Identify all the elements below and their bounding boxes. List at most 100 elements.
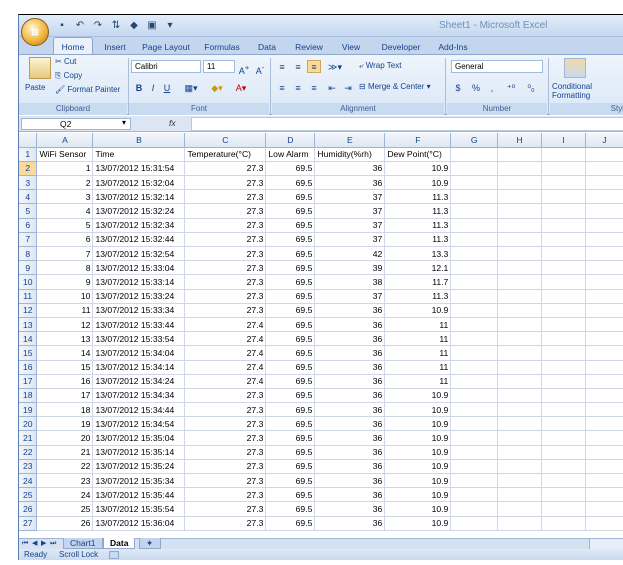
- cell[interactable]: [497, 473, 543, 489]
- formula-input[interactable]: [191, 117, 623, 131]
- sort-icon[interactable]: ⇅: [109, 19, 123, 33]
- cell[interactable]: Humidity(%rh): [314, 147, 386, 162]
- cell[interactable]: 69.5: [265, 189, 316, 205]
- cell[interactable]: [541, 473, 586, 489]
- cell[interactable]: 11.7: [384, 274, 452, 290]
- row-header[interactable]: 16: [19, 360, 38, 375]
- cell[interactable]: 11.3: [384, 289, 452, 304]
- cell[interactable]: [541, 402, 586, 418]
- tab-view[interactable]: View: [337, 39, 365, 55]
- cell[interactable]: [585, 516, 623, 531]
- cell[interactable]: 69.5: [265, 459, 316, 475]
- tab-developer[interactable]: Developer: [377, 39, 425, 55]
- format-painter-button[interactable]: 🖌︎ Format Painter: [55, 85, 120, 94]
- cell[interactable]: 36: [314, 345, 386, 361]
- cell[interactable]: 69.5: [265, 345, 316, 361]
- cell[interactable]: [497, 218, 543, 233]
- row-header[interactable]: 19: [19, 402, 38, 418]
- cell[interactable]: 10.9: [384, 402, 452, 418]
- cell[interactable]: 69.5: [265, 430, 316, 446]
- cell[interactable]: [541, 317, 586, 333]
- row-header[interactable]: 3: [19, 175, 38, 191]
- cell[interactable]: [450, 303, 499, 318]
- cell[interactable]: 27.4: [184, 317, 267, 333]
- cell[interactable]: [450, 459, 499, 475]
- cell[interactable]: [541, 374, 586, 389]
- office-button[interactable]: ⊞: [21, 18, 49, 46]
- column-header[interactable]: E: [314, 133, 386, 148]
- cell[interactable]: [497, 360, 543, 375]
- cell[interactable]: [541, 430, 586, 446]
- cell[interactable]: [450, 203, 499, 219]
- cell[interactable]: 27.3: [184, 246, 267, 262]
- cell[interactable]: [497, 345, 543, 361]
- cell[interactable]: 69.5: [265, 175, 316, 191]
- cell[interactable]: 27.3: [184, 303, 267, 318]
- first-sheet-icon[interactable]: ⏮: [22, 539, 28, 549]
- cell[interactable]: [585, 430, 623, 446]
- cell[interactable]: 11.3: [384, 189, 452, 205]
- cell[interactable]: [497, 317, 543, 333]
- cell[interactable]: [497, 501, 543, 517]
- cell[interactable]: 27.3: [184, 175, 267, 191]
- sheet-tab-data[interactable]: Data: [103, 538, 136, 549]
- conditional-formatting-icon[interactable]: [564, 58, 586, 78]
- cell[interactable]: 10.9: [384, 473, 452, 489]
- cell[interactable]: 2: [36, 175, 94, 191]
- cell[interactable]: 13/07/2012 15:34:14: [92, 360, 186, 375]
- cell[interactable]: [450, 501, 499, 517]
- cell[interactable]: [541, 331, 586, 347]
- redo-icon[interactable]: ↷: [91, 19, 105, 33]
- column-header[interactable]: C: [184, 133, 267, 148]
- cell[interactable]: 13/07/2012 15:32:34: [92, 218, 186, 233]
- cell[interactable]: 10.9: [384, 161, 452, 177]
- cell[interactable]: 10.9: [384, 501, 452, 517]
- row-header[interactable]: 25: [19, 487, 38, 503]
- cell[interactable]: [541, 189, 586, 205]
- column-header[interactable]: A: [36, 133, 94, 148]
- worksheet-grid[interactable]: A B C D E F G H I J 1 WiFi Sensor Time Temp…: [19, 133, 623, 538]
- sheet-tab-chart1[interactable]: Chart1: [63, 538, 103, 549]
- cell[interactable]: Dew Point(°C): [384, 147, 452, 162]
- cell[interactable]: [585, 232, 623, 248]
- cell[interactable]: 3: [36, 189, 94, 205]
- cell[interactable]: 12: [36, 317, 94, 333]
- cell[interactable]: 36: [314, 473, 386, 489]
- row-header[interactable]: 24: [19, 473, 38, 489]
- cell[interactable]: [585, 303, 623, 318]
- cell[interactable]: 13/07/2012 15:33:24: [92, 289, 186, 304]
- cell[interactable]: 36: [314, 317, 386, 333]
- cell[interactable]: [585, 487, 623, 503]
- column-header[interactable]: G: [450, 133, 499, 148]
- cell[interactable]: [541, 388, 586, 404]
- cell[interactable]: [541, 303, 586, 318]
- cell[interactable]: [497, 487, 543, 503]
- cell[interactable]: [585, 331, 623, 347]
- cell[interactable]: 27.3: [184, 161, 267, 177]
- cell[interactable]: 27.3: [184, 459, 267, 475]
- cell[interactable]: [541, 260, 586, 276]
- cell[interactable]: 13/07/2012 15:32:14: [92, 189, 186, 205]
- cell[interactable]: 36: [314, 360, 386, 375]
- number-format-select[interactable]: General: [451, 60, 543, 73]
- cell[interactable]: [541, 274, 586, 290]
- cell[interactable]: 36: [314, 374, 386, 389]
- cell[interactable]: 37: [314, 189, 386, 205]
- cell[interactable]: [497, 331, 543, 347]
- cell[interactable]: Temperature(°C): [184, 147, 267, 162]
- cell[interactable]: [450, 175, 499, 191]
- cell[interactable]: 11: [384, 374, 452, 389]
- cell[interactable]: 69.5: [265, 416, 316, 432]
- cell[interactable]: [541, 416, 586, 432]
- cell[interactable]: [450, 374, 499, 389]
- cell[interactable]: [497, 402, 543, 418]
- cell[interactable]: 13/07/2012 15:35:24: [92, 459, 186, 475]
- align-bottom-icon[interactable]: ≡: [307, 60, 321, 73]
- cell[interactable]: 12.1: [384, 260, 452, 276]
- italic-button[interactable]: I: [147, 81, 159, 94]
- column-header[interactable]: B: [92, 133, 186, 148]
- cell[interactable]: [541, 516, 586, 531]
- increase-indent-icon[interactable]: ⇥: [341, 81, 355, 94]
- cell[interactable]: 36: [314, 161, 386, 177]
- cell[interactable]: [450, 416, 499, 432]
